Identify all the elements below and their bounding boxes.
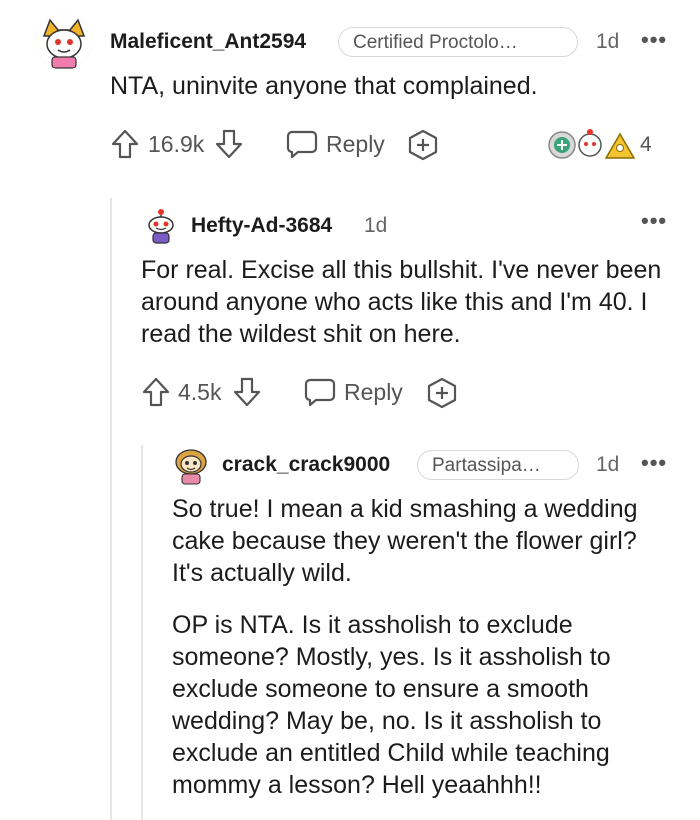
more-options-button[interactable]: ••• xyxy=(641,208,667,234)
thread-line[interactable] xyxy=(141,445,143,820)
avatar[interactable] xyxy=(36,14,92,70)
timestamp: 1d xyxy=(364,214,388,237)
award-count: 4 xyxy=(640,133,652,156)
snoo-avatar-icon xyxy=(175,449,207,485)
reply-label: Reply xyxy=(326,130,385,157)
award-icons xyxy=(548,129,636,159)
downvote-arrow-icon xyxy=(233,377,261,407)
comment-body: OP is NTA. Is it assholish to exclude so… xyxy=(172,611,611,799)
upvote-arrow-icon xyxy=(142,377,170,407)
upvote-arrow-icon xyxy=(111,129,139,159)
username[interactable]: Hefty-Ad-3684 xyxy=(191,214,332,238)
user-flair: Partassipa… xyxy=(417,450,579,480)
downvote-button[interactable] xyxy=(232,376,262,408)
comment-body: So true! I mean a kid smashing a wedding… xyxy=(172,495,638,587)
user-flair: Certified Proctolo… xyxy=(338,27,578,57)
timestamp: 1d xyxy=(596,453,620,476)
more-options-button[interactable]: ••• xyxy=(641,27,667,53)
speech-bubble-icon xyxy=(304,378,336,407)
username[interactable]: crack_crack9000 xyxy=(222,453,390,477)
award-plus-icon xyxy=(408,129,438,161)
downvote-button[interactable] xyxy=(214,128,244,160)
upvote-button[interactable] xyxy=(110,128,140,160)
give-award-button[interactable] xyxy=(406,129,440,161)
more-options-button[interactable]: ••• xyxy=(641,450,667,476)
vote-count: 4.5k xyxy=(178,379,222,405)
reply-label: Reply xyxy=(344,378,403,405)
awards[interactable]: 4 xyxy=(546,128,652,162)
upvote-button[interactable] xyxy=(141,376,171,408)
avatar[interactable] xyxy=(172,446,210,486)
thread-line[interactable] xyxy=(110,198,112,820)
vote-count: 16.9k xyxy=(148,131,205,157)
avatar[interactable] xyxy=(143,207,179,245)
snoo-avatar-icon xyxy=(36,14,92,70)
reply-button[interactable]: Reply xyxy=(286,129,385,159)
timestamp: 1d xyxy=(596,30,620,53)
username[interactable]: Maleficent_Ant2594 xyxy=(110,30,306,54)
give-award-button[interactable] xyxy=(425,377,459,409)
comment-body: For real. Excise all this bullshit. I've… xyxy=(141,256,662,348)
downvote-arrow-icon xyxy=(215,129,243,159)
award-plus-icon xyxy=(427,377,457,409)
reply-button[interactable]: Reply xyxy=(304,377,403,407)
speech-bubble-icon xyxy=(286,130,318,159)
snoo-avatar-icon xyxy=(148,209,174,244)
comment-body: NTA, uninvite anyone that complained. xyxy=(110,72,538,100)
